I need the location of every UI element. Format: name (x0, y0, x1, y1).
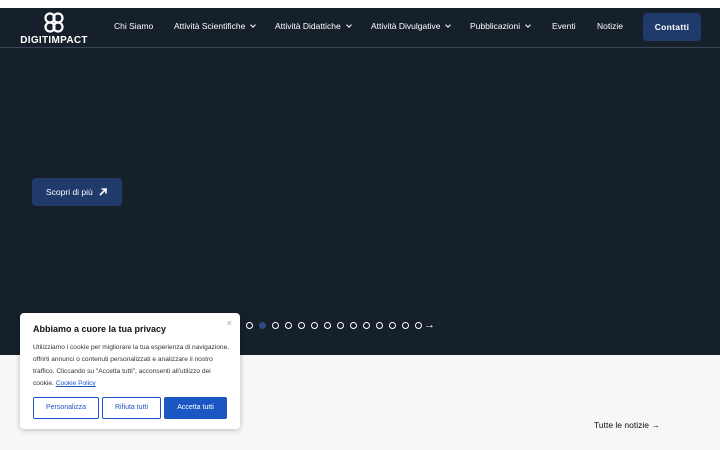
accetta-button[interactable]: Accetta tutti (164, 397, 227, 419)
slider-dot[interactable] (298, 322, 305, 329)
all-news-link[interactable]: Tutte le notizie → (594, 420, 660, 430)
nav-label: Pubblicazioni (470, 21, 521, 31)
personalizza-button[interactable]: Personalizza (33, 397, 99, 419)
contatti-button[interactable]: Contatti (643, 13, 701, 41)
chevron-down-icon (250, 22, 257, 28)
chevron-down-icon (345, 22, 352, 28)
slider-dot[interactable] (324, 322, 331, 329)
nav-attivita-didattiche[interactable]: Attività Didattiche (275, 20, 352, 32)
slider-dot[interactable] (311, 322, 318, 329)
slider-dot[interactable] (363, 322, 370, 329)
cookie-banner: × Abbiamo a cuore la tua privacy Utilizz… (20, 313, 240, 429)
slider-dot[interactable] (350, 322, 357, 329)
hero-slider: Scopri di più → (0, 48, 720, 355)
arrow-up-right-icon (99, 188, 107, 196)
nav-eventi[interactable]: Eventi (552, 20, 576, 32)
scopri-label: Scopri di più (46, 187, 93, 197)
cookie-policy-link[interactable]: Cookie Policy (56, 380, 96, 387)
nav-label: Eventi (552, 21, 576, 31)
next-arrow-icon[interactable]: → (424, 319, 435, 331)
slider-dot[interactable] (246, 322, 253, 329)
slider-dot[interactable] (376, 322, 383, 329)
nav-attivita-scientifiche[interactable]: Attività Scientifiche (174, 20, 257, 32)
rifiuta-button[interactable]: Rifiuta tutti (102, 397, 161, 419)
nav-attivita-divulgative[interactable]: Attività Divulgative (371, 20, 452, 32)
nav-label: Attività Divulgative (371, 21, 441, 31)
scopri-button[interactable]: Scopri di più (32, 178, 122, 206)
chevron-down-icon (445, 22, 452, 28)
slider-dot[interactable] (389, 322, 396, 329)
slider-dot[interactable] (285, 322, 292, 329)
close-icon[interactable]: × (227, 318, 232, 328)
slider-dot[interactable] (337, 322, 344, 329)
cookie-title: Abbiamo a cuore la tua privacy (33, 324, 167, 334)
nav-label: Attività Scientifiche (174, 21, 246, 31)
slider-dot[interactable] (402, 322, 409, 329)
nav-chi-siamo[interactable]: Chi Siamo (114, 20, 153, 32)
nav-label: Chi Siamo (114, 21, 154, 31)
logo[interactable]: DIGITIMPACT (18, 12, 90, 46)
top-strip (0, 0, 720, 8)
slider-dot[interactable] (259, 322, 266, 329)
logo-icon (44, 12, 64, 33)
logo-text: DIGITIMPACT (20, 35, 88, 46)
cookie-text: Utilizziamo i cookie per migliorare la t… (33, 342, 231, 390)
nav-notizie[interactable]: Notizie (597, 20, 623, 32)
nav-label: Attività Didattiche (275, 21, 341, 31)
chevron-down-icon (525, 22, 531, 28)
slider-dot[interactable] (415, 322, 422, 329)
nav-pubblicazioni[interactable]: Pubblicazioni (470, 20, 531, 32)
slider-dot[interactable] (272, 322, 279, 329)
nav-label: Notizie (597, 21, 623, 31)
page: DIGITIMPACT Chi Siamo Attività Scientifi… (0, 0, 720, 450)
navbar: DIGITIMPACT Chi Siamo Attività Scientifi… (0, 8, 720, 48)
